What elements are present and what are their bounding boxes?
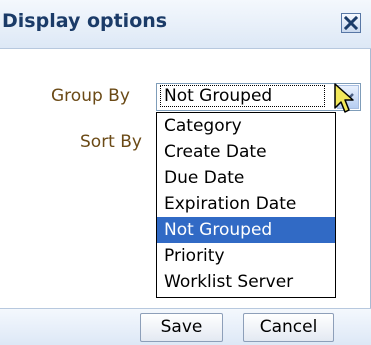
option-due-date[interactable]: Due Date	[157, 165, 335, 191]
sort-by-label: Sort By	[80, 132, 142, 152]
option-category[interactable]: Category	[157, 113, 335, 139]
display-options-dialog: Display options Group By Sort By Not Gro…	[0, 0, 371, 345]
option-not-grouped[interactable]: Not Grouped	[157, 217, 335, 243]
close-icon	[344, 16, 358, 30]
cancel-button[interactable]: Cancel	[243, 313, 334, 342]
group-by-select[interactable]: Not Grouped	[156, 83, 361, 111]
dialog-footer: Save Cancel	[0, 308, 371, 345]
dialog-titlebar: Display options	[0, 0, 371, 49]
option-create-date[interactable]: Create Date	[157, 139, 335, 165]
option-worklist-server[interactable]: Worklist Server	[157, 269, 335, 295]
pointer-cursor-icon	[334, 83, 354, 113]
group-by-selected-value[interactable]: Not Grouped	[160, 85, 325, 107]
option-expiration-date[interactable]: Expiration Date	[157, 191, 335, 217]
group-by-label: Group By	[51, 86, 130, 106]
close-button[interactable]	[341, 13, 361, 33]
dialog-title: Display options	[2, 10, 168, 32]
group-by-options-list[interactable]: Category Create Date Due Date Expiration…	[156, 112, 336, 298]
save-button[interactable]: Save	[140, 313, 223, 342]
option-priority[interactable]: Priority	[157, 243, 335, 269]
